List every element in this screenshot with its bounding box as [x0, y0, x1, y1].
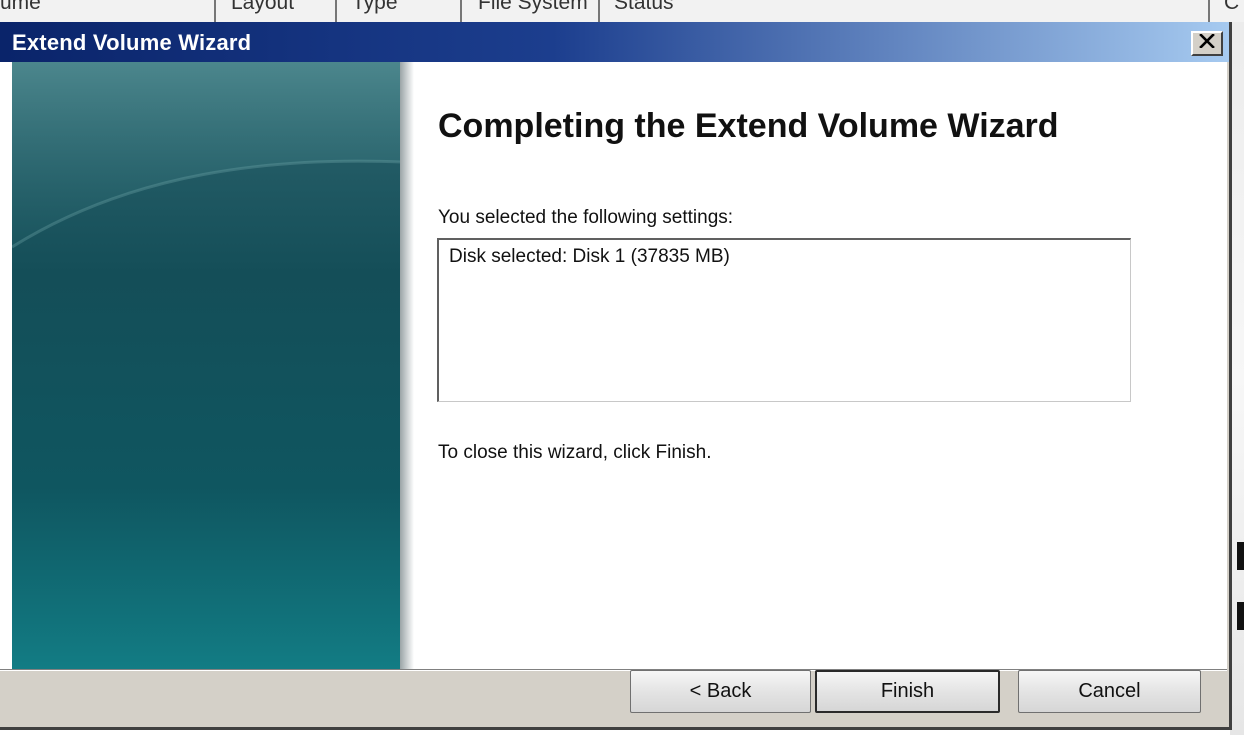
finish-button[interactable]: Finish [815, 670, 1000, 713]
settings-summary-box[interactable]: Disk selected: Disk 1 (37835 MB) [437, 238, 1131, 402]
column-separator [598, 0, 600, 22]
column-header-capacity[interactable]: C [1224, 0, 1239, 21]
wizard-side-banner [12, 62, 402, 669]
title-bar[interactable]: Extend Volume Wizard [0, 22, 1229, 62]
column-separator [214, 0, 216, 22]
close-button[interactable] [1191, 31, 1223, 56]
background-window-edge [1230, 22, 1244, 735]
column-header-file-system[interactable]: File System [478, 0, 588, 21]
column-header-type[interactable]: Type [352, 0, 398, 21]
wizard-content: Completing the Extend Volume Wizard You … [0, 62, 1227, 669]
background-window-fragment [1237, 602, 1244, 630]
extend-volume-wizard-dialog: Extend Volume Wizard Completing the Exte… [0, 22, 1232, 730]
column-header-volume[interactable]: ume [0, 0, 41, 21]
close-hint-text: To close this wizard, click Finish. [438, 442, 712, 463]
banner-swoosh-graphic [12, 62, 402, 249]
settings-label: You selected the following settings: [438, 207, 734, 228]
background-window-fragment [1237, 542, 1244, 570]
window-title: Extend Volume Wizard [12, 30, 252, 55]
background-list-header: ume Layout Type File System Status C [0, 0, 1244, 23]
column-header-status[interactable]: Status [614, 0, 674, 21]
cancel-button[interactable]: Cancel [1018, 670, 1201, 713]
back-button[interactable]: < Back [630, 670, 811, 713]
close-icon [1199, 33, 1215, 53]
column-separator [335, 0, 337, 22]
banner-edge-shadow [400, 62, 414, 669]
wizard-heading: Completing the Extend Volume Wizard [438, 107, 1059, 145]
column-separator [460, 0, 462, 22]
column-separator [1208, 0, 1210, 22]
column-header-layout[interactable]: Layout [231, 0, 294, 21]
settings-line-disk: Disk selected: Disk 1 (37835 MB) [449, 246, 730, 267]
